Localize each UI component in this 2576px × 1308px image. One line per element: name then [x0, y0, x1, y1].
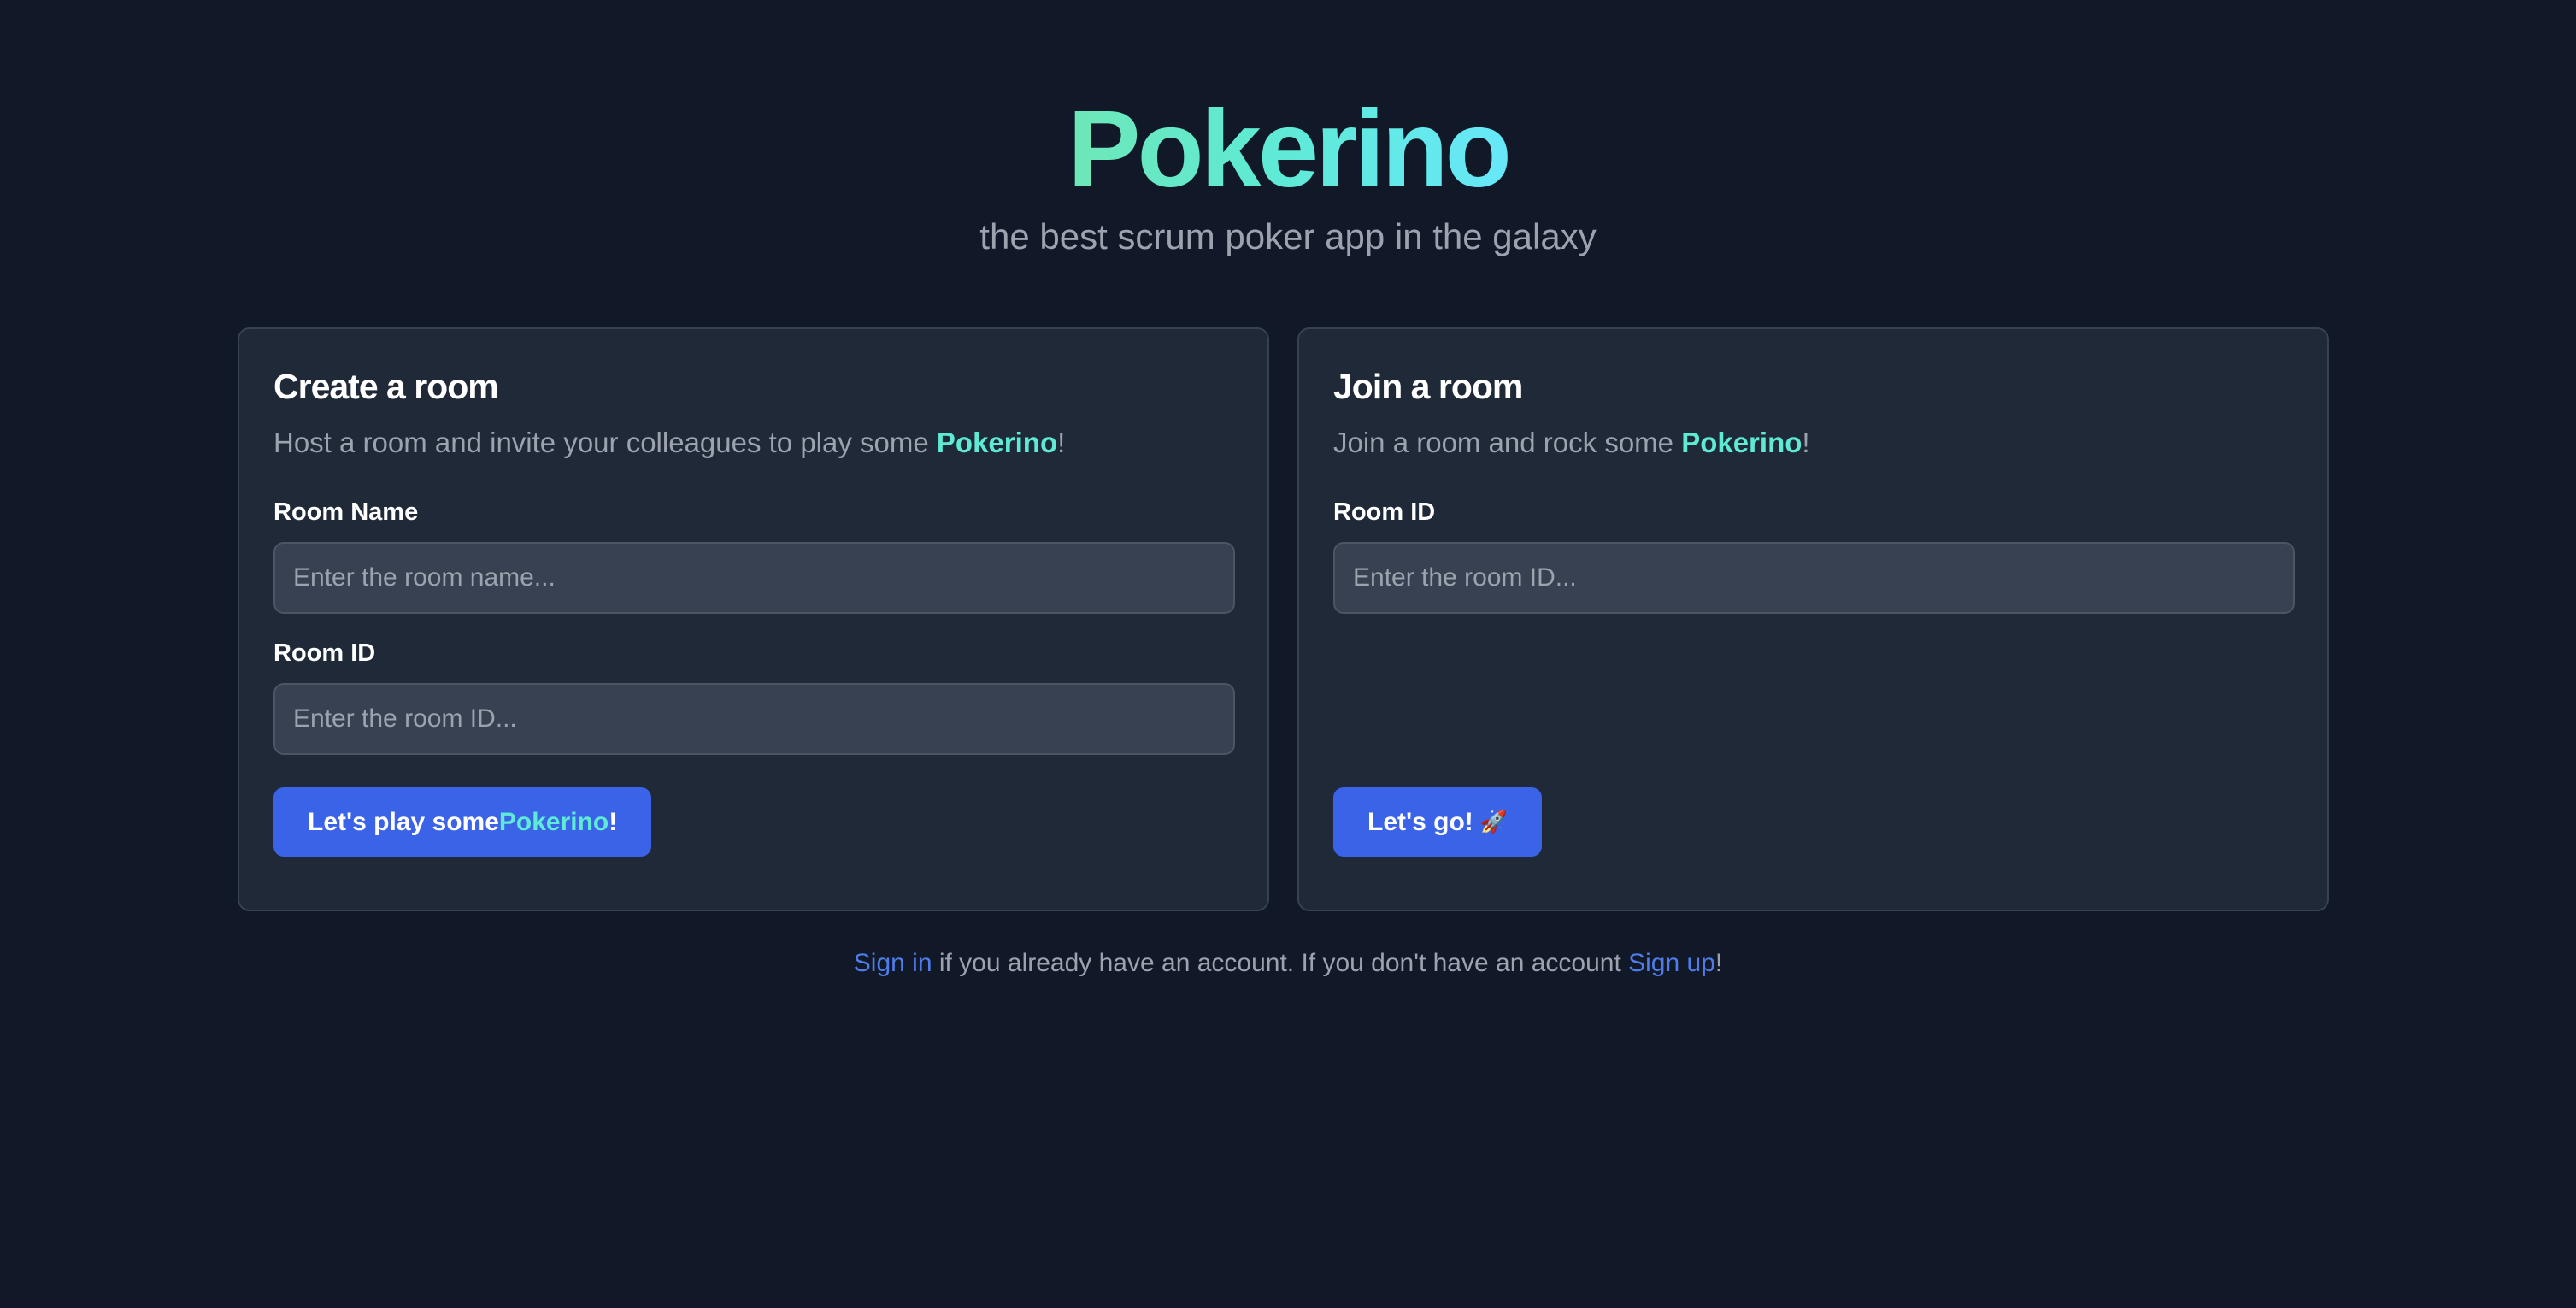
- join-room-desc-brand: Pokerino: [1681, 427, 1803, 458]
- join-room-id-input[interactable]: [1333, 542, 2295, 614]
- create-room-desc-suffix: !: [1057, 427, 1066, 458]
- rocket-icon: 🚀: [1479, 809, 1509, 834]
- app-logo: Pokerino: [1067, 85, 1512, 214]
- join-room-desc-text: Join a room and rock some: [1333, 427, 1674, 458]
- create-room-description: Host a room and invite your colleagues t…: [273, 425, 1233, 461]
- room-name-label: Room Name: [273, 498, 419, 526]
- footer-text: if you already have an account. If you d…: [932, 949, 1629, 977]
- join-room-desc-suffix: !: [1802, 427, 1810, 458]
- create-room-title: Create a room: [273, 367, 499, 406]
- hero-header: Pokerino the best scrum poker app in the…: [0, 85, 2576, 260]
- create-room-desc-brand: Pokerino: [936, 427, 1058, 458]
- create-room-id-label: Room ID: [273, 639, 376, 667]
- join-room-description: Join a room and rock some Pokerino!: [1333, 425, 2293, 461]
- join-room-button[interactable]: Let's go! 🚀: [1333, 787, 1543, 857]
- create-room-desc-text: Host a room and invite your colleagues t…: [273, 427, 929, 458]
- create-room-button-suffix: !: [609, 807, 618, 836]
- join-room-id-label: Room ID: [1333, 498, 1436, 526]
- create-room-card: Create a room Host a room and invite you…: [238, 327, 1269, 911]
- room-name-input[interactable]: [273, 542, 1235, 614]
- create-room-button-brand: Pokerino: [498, 807, 609, 836]
- sign-in-link[interactable]: Sign in: [854, 949, 932, 977]
- create-room-button-text: Let's play some: [308, 807, 499, 836]
- join-room-button-label: Let's go!: [1367, 807, 1473, 836]
- page: Pokerino the best scrum poker app in the…: [0, 0, 2576, 1308]
- create-room-id-input[interactable]: [273, 683, 1235, 755]
- footer-end: !: [1714, 949, 1723, 977]
- sign-up-link[interactable]: Sign up: [1628, 949, 1715, 977]
- join-room-title: Join a room: [1333, 367, 1523, 406]
- auth-footer: Sign in if you already have an account. …: [0, 947, 2576, 980]
- join-room-card: Join a room Join a room and rock some Po…: [1297, 327, 2329, 911]
- app-tagline: the best scrum poker app in the galaxy: [979, 216, 1597, 256]
- create-room-button[interactable]: Let's play some Pokerino!: [273, 787, 652, 857]
